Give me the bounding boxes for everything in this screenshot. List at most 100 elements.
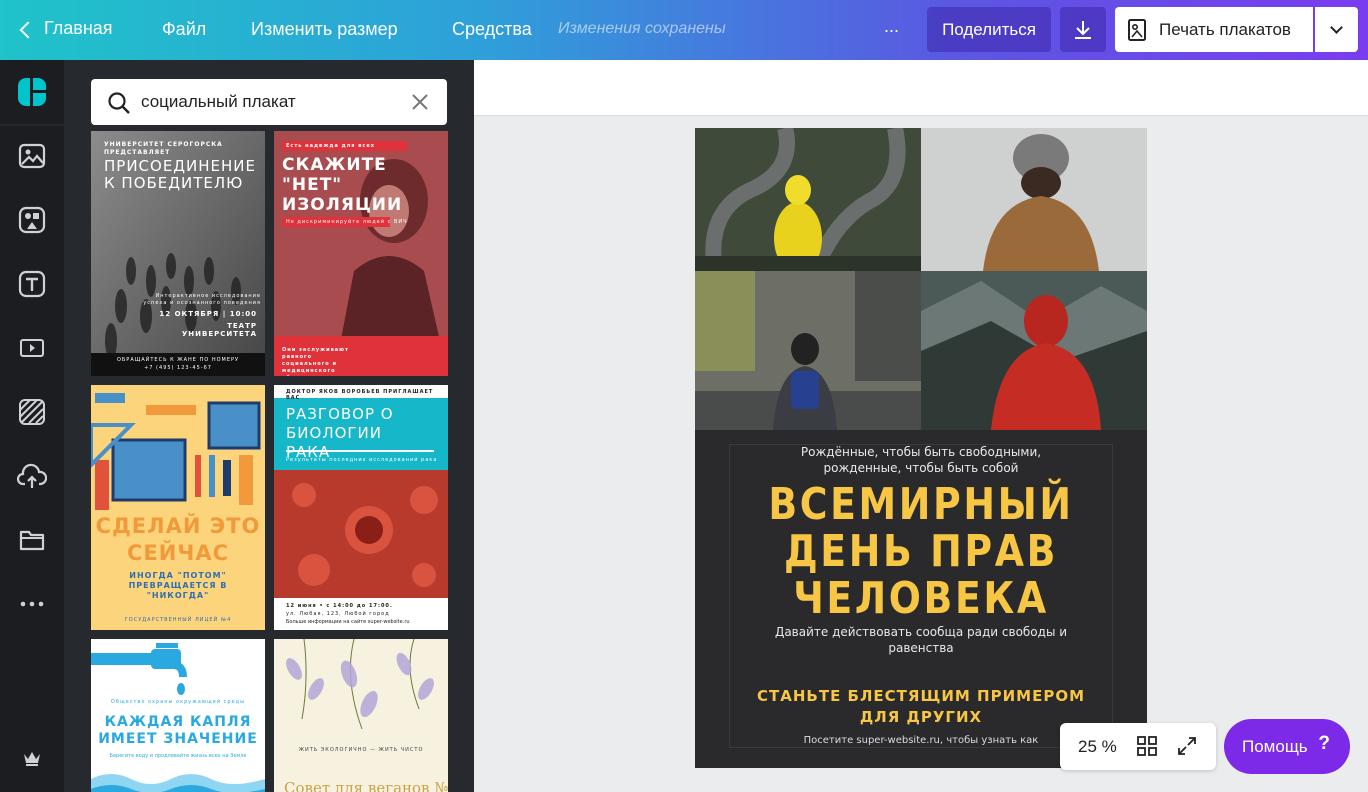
- template-title: Совет для веганов № 5: [284, 779, 448, 792]
- zoom-controls: 25 %: [1060, 723, 1216, 770]
- street-photo: [695, 271, 921, 430]
- video-tab[interactable]: [0, 320, 64, 376]
- photos-icon: [18, 143, 46, 169]
- templates-icon: [18, 78, 46, 106]
- template-card[interactable]: ЖИТЬ ЭКОЛОГИЧНО — ЖИТЬ ЧИСТО Совет для в…: [274, 639, 448, 792]
- premium-tab[interactable]: [0, 730, 64, 786]
- more-apps-tab[interactable]: [0, 576, 64, 632]
- question-icon: ?: [1318, 733, 1330, 754]
- poster-body-line2[interactable]: равенства: [695, 640, 1147, 656]
- chevron-left-icon: [19, 21, 37, 38]
- uploads-tab[interactable]: [0, 448, 64, 504]
- background-tab[interactable]: [0, 384, 64, 440]
- help-label: Помощь: [1242, 736, 1308, 756]
- more-menu[interactable]: ...: [884, 16, 899, 37]
- poster-subtitle-line1[interactable]: Рождённые, чтобы быть свободными,: [695, 444, 1147, 460]
- background-icon: [19, 399, 45, 425]
- template-info: Интерактивное исследование успеха и осоз…: [143, 293, 261, 306]
- poster-title-line1: ВСЕМИРНЫЙ: [768, 479, 1074, 530]
- template-title: КАЖДАЯ КАПЛЯ ИМЕЕТ ЗНАЧЕНИЕ: [98, 714, 258, 747]
- poster-body-line1[interactable]: Давайте действовать сообща ради свободы …: [695, 624, 1147, 640]
- poster-cta[interactable]: СТАНЬТЕ БЛЕСТЯЩИМ ПРИМЕРОМ ДЛЯ ДРУГИХ: [695, 686, 1147, 728]
- template-title: СДЕЛАЙ ЭТО СЕЙЧАС: [95, 514, 261, 565]
- top-toolbar: Главная Файл Изменить размер Средства Из…: [0, 0, 1368, 60]
- poster-title-line3: ЧЕЛОВЕКА: [793, 573, 1049, 624]
- template-pretitle: УНИВЕРСИТЕТ СЕРОГОРСКА ПРЕДСТАВЛЯЕТ: [104, 141, 223, 156]
- poster-icon: [1128, 18, 1146, 41]
- elements-icon: [18, 206, 46, 234]
- file-menu[interactable]: Файл: [162, 19, 206, 40]
- mountain-photo: [921, 271, 1147, 430]
- upload-cloud-icon: [17, 463, 47, 488]
- template-card[interactable]: ДОКТОР ЯКОВ ВОРОБЬЕВ ПРИГЛАШАЕТ ВАС РАЗГ…: [274, 385, 448, 630]
- search-input[interactable]: [141, 90, 401, 114]
- photo-road-yellow-jacket[interactable]: [695, 128, 921, 271]
- photos-tab[interactable]: [0, 128, 64, 184]
- template-card[interactable]: СДЕЛАЙ ЭТО СЕЙЧАС ИНОГДА "ПОТОМ" ПРЕВРАЩ…: [91, 385, 265, 630]
- tools-menu[interactable]: Средства: [452, 19, 532, 40]
- home-link[interactable]: Главная: [19, 18, 113, 39]
- poster-cta-line1: СТАНЬТЕ БЛЕСТЯЩИМ ПРИМЕРОМ: [757, 687, 1085, 705]
- elements-tab[interactable]: [0, 192, 64, 248]
- home-label: Главная: [44, 18, 113, 38]
- template-footer1: 12 июня • с 14:00 до 17:00.: [286, 603, 393, 609]
- template-date: 12 ОКТЯБРЯ | 10:00: [159, 310, 257, 318]
- template-pretitle: Есть надежда для всех: [286, 143, 375, 149]
- template-footer: Они заслуживают равного социального и ме…: [282, 347, 349, 376]
- left-rail: [0, 60, 64, 792]
- template-pretitle: ЖИТЬ ЭКОЛОГИЧНО — ЖИТЬ ЧИСТО: [298, 747, 424, 753]
- rail-divider: [0, 124, 64, 126]
- print-label: Печать плакатов: [1159, 19, 1291, 39]
- text-tab[interactable]: [0, 256, 64, 312]
- save-status: Изменения сохранены: [558, 20, 726, 37]
- help-button[interactable]: Помощь ?: [1224, 719, 1350, 774]
- beanie-photo: [921, 128, 1147, 271]
- templates-tab[interactable]: [0, 64, 64, 120]
- editor-app: Главная Файл Изменить размер Средства Из…: [0, 0, 1368, 792]
- template-pretitle: ДОКТОР ЯКОВ ВОРОБЬЕВ ПРИГЛАШАЕТ ВАС: [286, 389, 434, 401]
- share-button[interactable]: Поделиться: [927, 7, 1051, 52]
- photo-red-hood[interactable]: [921, 271, 1147, 430]
- poster-canvas[interactable]: Рождённые, чтобы быть свободными, рожден…: [695, 128, 1147, 768]
- resize-menu[interactable]: Изменить размер: [251, 19, 398, 40]
- template-title: РАЗГОВОР О БИОЛОГИИ РАКА: [286, 405, 394, 461]
- close-icon[interactable]: [411, 93, 429, 111]
- template-footer2: ул. Любая, 123, Любой город: [286, 611, 390, 617]
- template-card[interactable]: УНИВЕРСИТЕТ СЕРОГОРСКА ПРЕДСТАВЛЯЕТ ПРИС…: [91, 131, 265, 376]
- video-icon: [20, 339, 44, 357]
- folders-tab[interactable]: [0, 512, 64, 568]
- template-card[interactable]: Общество охраны окружающей среды КАЖДАЯ …: [91, 639, 265, 792]
- photo-street-backpack[interactable]: [695, 271, 921, 430]
- template-card[interactable]: Есть надежда для всех СКАЖИТЕ "НЕТ" ИЗОЛ…: [274, 131, 448, 376]
- template-subtitle: Берегите воду и продлевайте жизнь всех н…: [109, 753, 247, 759]
- template-title: СКАЖИТЕ "НЕТ" ИЗОЛЯЦИИ: [282, 155, 403, 215]
- template-footer3: Больше информации на сайте super-website…: [286, 619, 410, 625]
- template-venue: ТЕАТР УНИВЕРСИТЕТА: [181, 322, 257, 338]
- folder-icon: [19, 530, 45, 551]
- canvas-header: [474, 60, 1368, 116]
- template-tag: Не дискриминируйте людей с ВИЧ: [286, 219, 408, 225]
- search-box: [91, 79, 447, 125]
- poster-title[interactable]: ВСЕМИРНЫЙ ДЕНЬ ПРАВ ЧЕЛОВЕКА: [727, 481, 1116, 622]
- zoom-level[interactable]: 25 %: [1078, 737, 1117, 757]
- template-phone: +7 (495) 123-45-67: [144, 365, 212, 371]
- chevron-down-icon: [1330, 21, 1343, 34]
- more-dots-icon: [20, 601, 44, 607]
- poster-title-line2: ДЕНЬ ПРАВ: [784, 526, 1058, 577]
- download-button[interactable]: [1060, 7, 1106, 52]
- template-footer: ОБРАЩАЙТЕСЬ К ЖАНЕ ПО НОМЕРУ: [116, 357, 240, 363]
- text-icon: [18, 270, 46, 298]
- photo-beanie-man[interactable]: [921, 128, 1147, 271]
- print-options-button[interactable]: [1315, 7, 1358, 52]
- template-subtitle: Результаты последних исследований рака: [286, 457, 438, 463]
- templates-panel: УНИВЕРСИТЕТ СЕРОГОРСКА ПРЕДСТАВЛЯЕТ ПРИС…: [64, 60, 474, 792]
- print-posters-button[interactable]: Печать плакатов: [1115, 7, 1313, 52]
- template-footer: ГОСУДАРСТВЕННЫЙ ЛИЦЕЙ №4: [124, 617, 232, 623]
- poster-subtitle-line2[interactable]: рожденные, чтобы быть собой: [695, 460, 1147, 476]
- template-title: ПРИСОЕДИНЕНИЕ К ПОБЕДИТЕЛЮ: [104, 157, 256, 192]
- search-icon: [108, 92, 130, 114]
- leaves-illustration: [286, 639, 434, 730]
- fullscreen-icon[interactable]: [1177, 736, 1197, 756]
- crown-icon: [24, 752, 40, 766]
- grid-view-icon[interactable]: [1137, 736, 1157, 756]
